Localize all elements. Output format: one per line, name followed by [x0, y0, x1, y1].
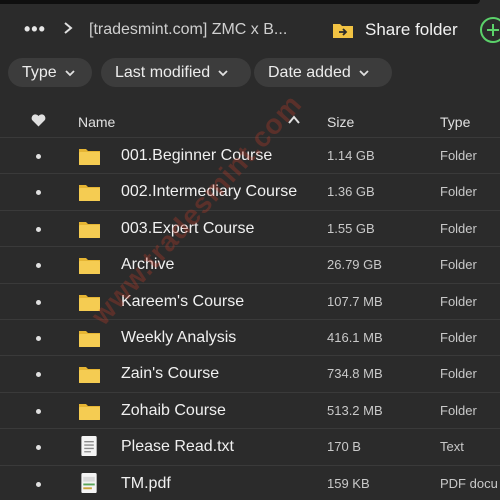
file-type: Folder: [440, 148, 477, 163]
file-size: 170 B: [327, 439, 361, 455]
top-edge: [0, 0, 480, 4]
file-name[interactable]: Weekly Analysis: [121, 328, 236, 348]
file-row[interactable]: Zohaib Course 513.2 MB Folder: [0, 391, 500, 428]
file-name[interactable]: Kareem's Course: [121, 292, 244, 312]
file-size: 107.7 MB: [327, 293, 383, 309]
folder-icon: [79, 294, 100, 311]
column-name-header[interactable]: Name: [78, 114, 115, 130]
filter-date-added-dropdown[interactable]: Date added: [254, 58, 392, 87]
file-type: Folder: [440, 402, 477, 418]
file-size: 1.14 GB: [327, 148, 375, 163]
file-row[interactable]: Please Read.txt 170 B Text: [0, 428, 500, 464]
file-row[interactable]: 001.Beginner Course 1.14 GB Folder: [0, 137, 500, 173]
chevron-right-icon: [64, 22, 73, 34]
file-row[interactable]: 002.Intermediary Course 1.36 GB Folder: [0, 173, 500, 209]
pdf-file-icon: [81, 472, 97, 493]
file-row[interactable]: Kareem's Course 107.7 MB Folder: [0, 282, 500, 319]
row-bullet: [36, 336, 41, 341]
file-size: 1.36 GB: [327, 184, 375, 200]
folder-icon: [79, 258, 100, 275]
file-type: Folder: [440, 184, 477, 200]
row-bullet: [36, 408, 41, 414]
file-name[interactable]: Please Read.txt: [121, 437, 234, 457]
header-bar: ••• [tradesmint.com] ZMC x B... Share fo…: [0, 12, 500, 52]
file-type: Text: [440, 439, 464, 455]
breadcrumb-current-folder[interactable]: [tradesmint.com] ZMC x B...: [89, 20, 287, 40]
file-browser: ••• [tradesmint.com] ZMC x B... Share fo…: [0, 0, 500, 500]
file-size: 159 KB: [327, 475, 370, 491]
sort-ascending-icon[interactable]: [288, 115, 300, 125]
file-name[interactable]: 002.Intermediary Course: [121, 182, 297, 202]
file-type: Folder: [440, 257, 477, 273]
folder-icon: [79, 221, 100, 238]
chevron-down-icon: [218, 69, 228, 76]
file-name[interactable]: Archive: [121, 255, 174, 275]
file-size: 513.2 MB: [327, 402, 383, 418]
file-name[interactable]: 001.Beginner Course: [121, 146, 272, 166]
filter-type-label: Type: [22, 63, 57, 81]
share-folder-button[interactable]: Share folder: [365, 19, 458, 41]
row-bullet: [36, 190, 41, 196]
column-header: Name Size Type: [0, 108, 500, 136]
filter-last-modified-label: Last modified: [115, 63, 211, 81]
text-file-icon: [81, 436, 97, 457]
file-row[interactable]: Weekly Analysis 416.1 MB Folder: [0, 319, 500, 355]
row-bullet: [36, 263, 41, 269]
row-bullet: [36, 299, 41, 305]
row-bullet: [36, 226, 41, 232]
file-size: 1.55 GB: [327, 220, 375, 236]
file-size: 734.8 MB: [327, 366, 383, 382]
file-type: PDF docu: [440, 475, 498, 491]
folder-icon: [79, 403, 100, 420]
folder-icon: [79, 331, 100, 347]
column-size-header[interactable]: Size: [327, 114, 354, 130]
file-size: 26.79 GB: [327, 257, 382, 273]
filter-date-added-label: Date added: [268, 63, 351, 81]
file-name[interactable]: TM.pdf: [121, 474, 171, 494]
file-name[interactable]: Zohaib Course: [121, 401, 226, 421]
file-type: Folder: [440, 366, 477, 382]
row-bullet: [36, 445, 41, 451]
chevron-down-icon: [65, 69, 75, 76]
row-bullet: [36, 372, 41, 378]
row-bullet: [36, 481, 41, 487]
folder-icon: [79, 149, 100, 165]
file-row[interactable]: Zain's Course 734.8 MB Folder: [0, 355, 500, 391]
file-size: 416.1 MB: [327, 330, 383, 345]
file-name[interactable]: Zain's Course: [121, 364, 219, 384]
chevron-down-icon: [359, 69, 369, 76]
file-row[interactable]: 003.Expert Course 1.55 GB Folder: [0, 209, 500, 246]
more-options-button[interactable]: •••: [24, 20, 46, 38]
folder-icon: [79, 367, 100, 384]
column-type-header[interactable]: Type: [440, 114, 470, 130]
share-folder-icon[interactable]: [332, 21, 354, 39]
add-circle-icon[interactable]: [480, 17, 500, 43]
file-name[interactable]: 003.Expert Course: [121, 219, 254, 239]
heart-icon[interactable]: [31, 114, 46, 127]
filter-type-dropdown[interactable]: Type: [8, 58, 92, 87]
filter-last-modified-dropdown[interactable]: Last modified: [101, 58, 251, 87]
file-type: Folder: [440, 293, 477, 309]
file-type: Folder: [440, 330, 477, 345]
file-row[interactable]: TM.pdf 159 KB PDF docu: [0, 464, 500, 500]
folder-icon: [79, 185, 100, 202]
file-type: Folder: [440, 220, 477, 236]
row-bullet: [36, 154, 41, 159]
file-row[interactable]: Archive 26.79 GB Folder: [0, 246, 500, 282]
